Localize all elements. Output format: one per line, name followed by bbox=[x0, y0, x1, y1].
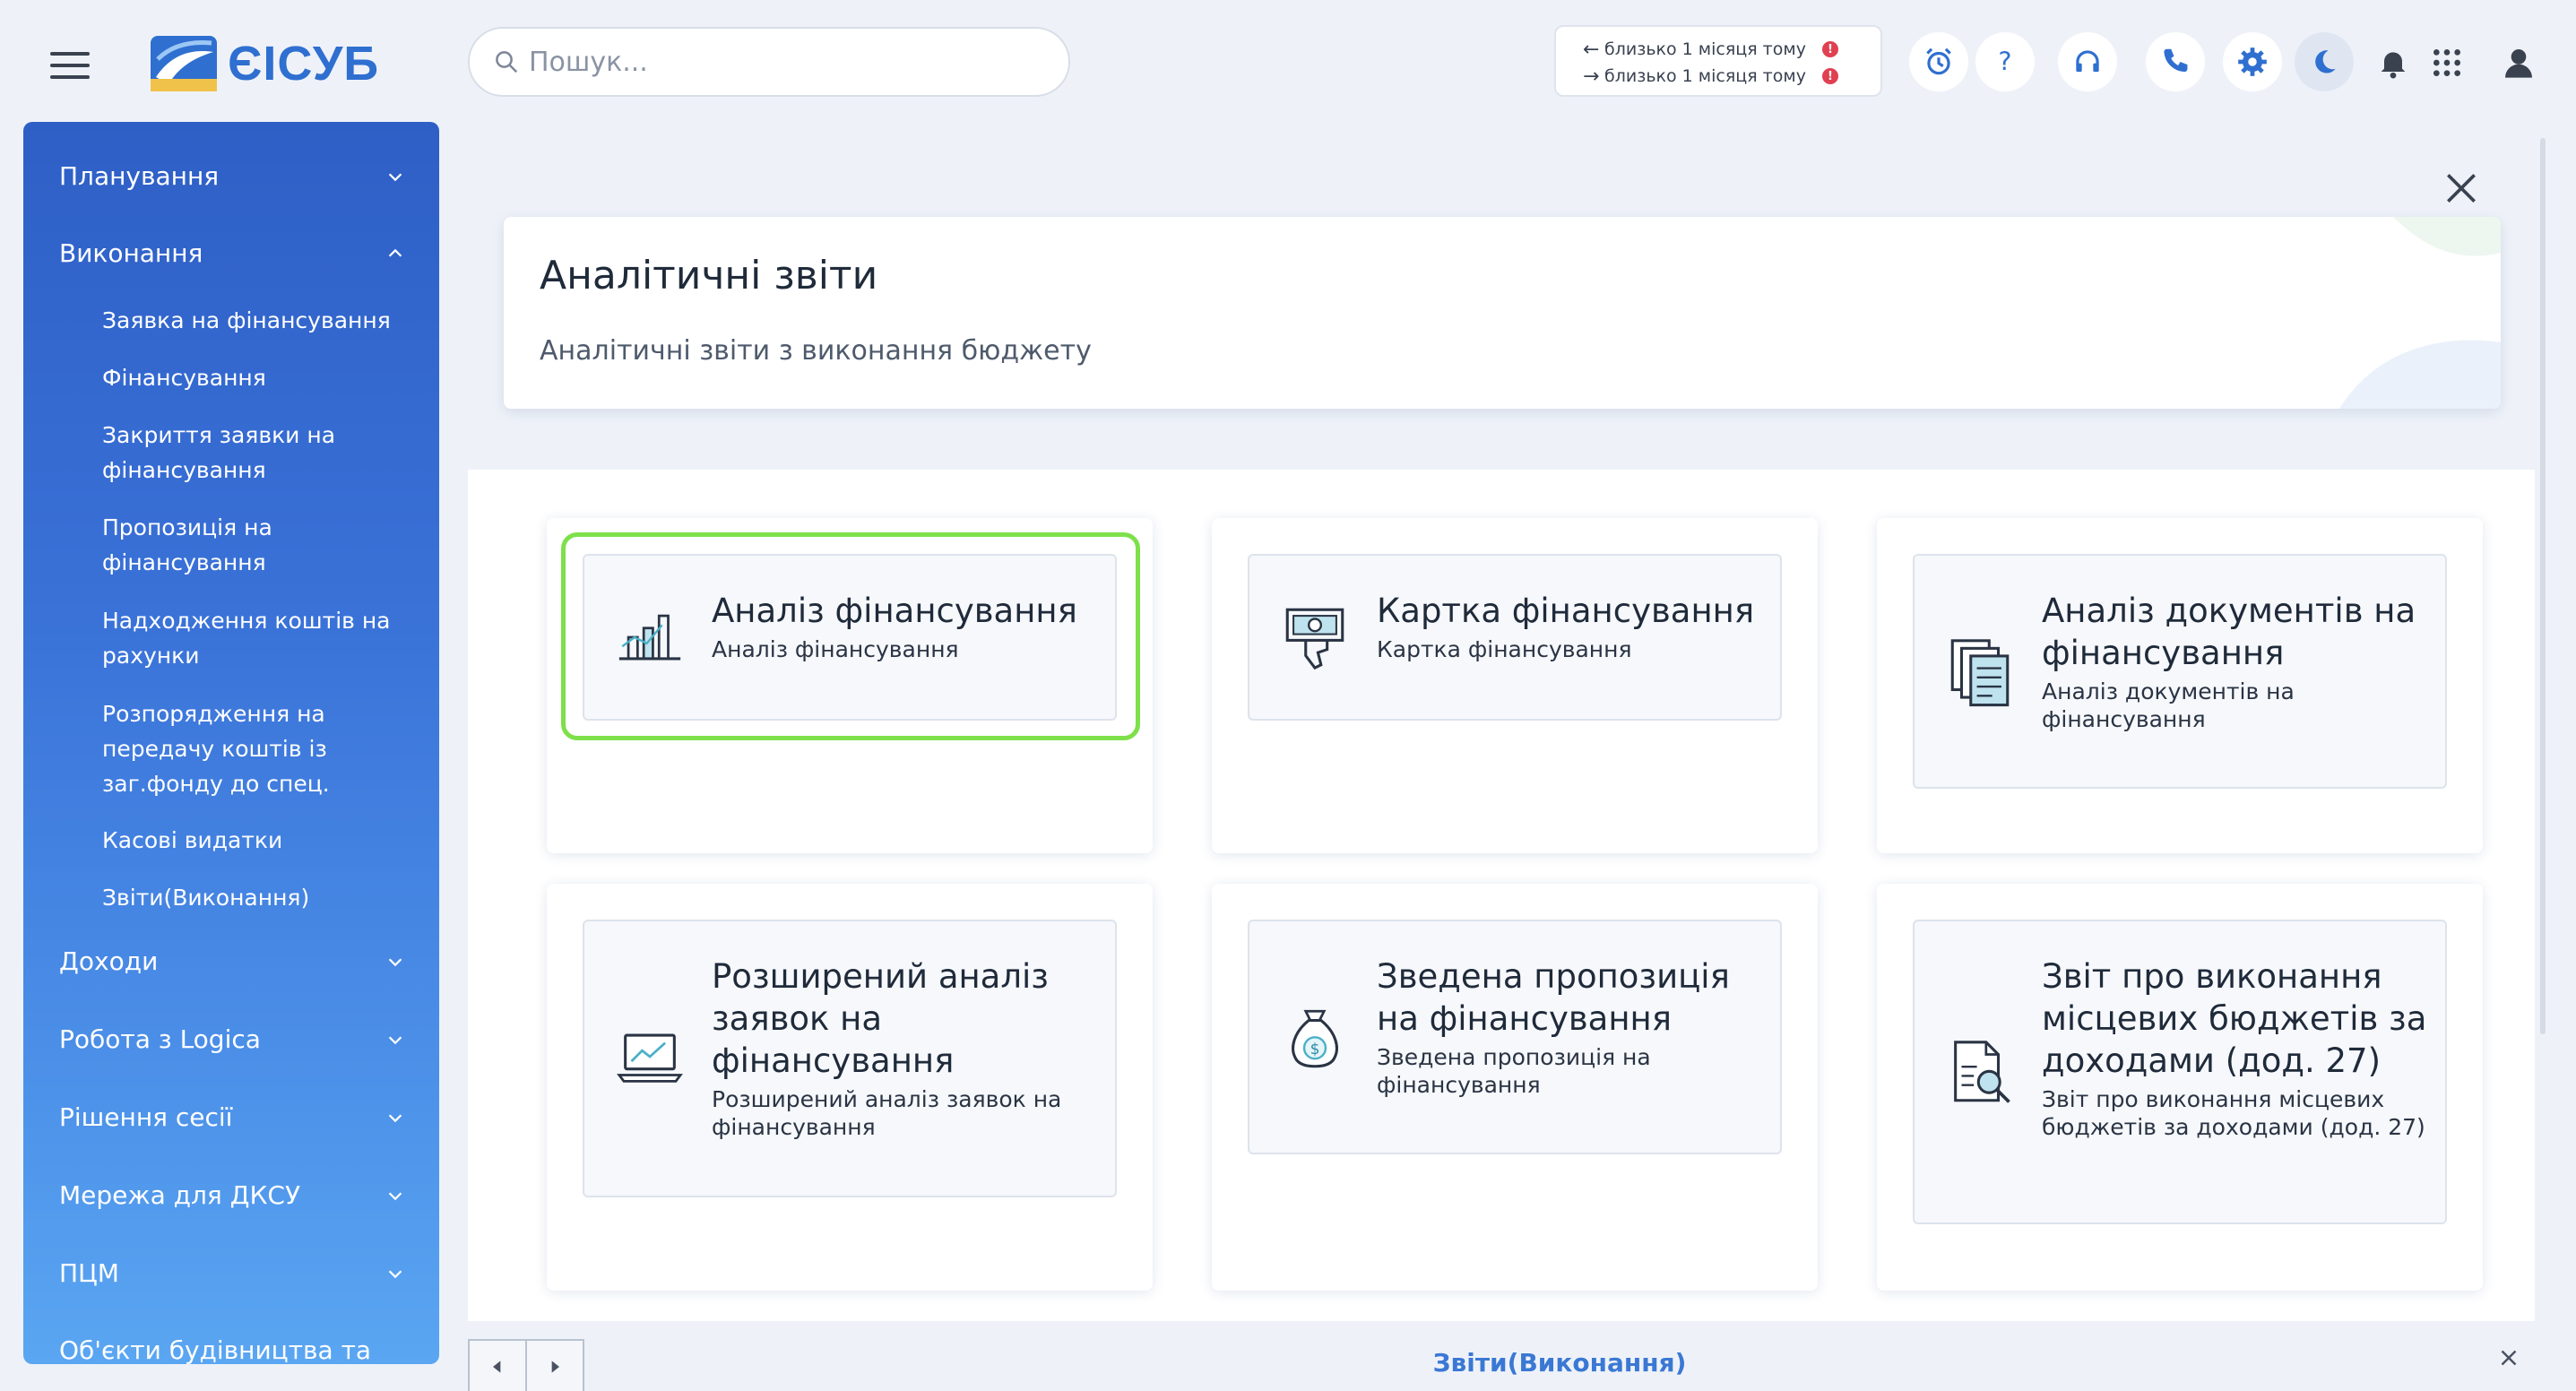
report-title: Зведена пропозиція на фінансування bbox=[1377, 957, 1730, 1038]
search-icon bbox=[496, 51, 518, 73]
top-bar: ЄІСУБ ← близько 1 місяця тому ! → близьк… bbox=[0, 0, 2576, 122]
report-title: Картка фінансування bbox=[1377, 592, 1755, 630]
chevron-down-icon bbox=[388, 1270, 402, 1279]
sidebar-item-execution[interactable]: Виконання bbox=[23, 226, 439, 280]
chevron-down-icon bbox=[388, 958, 402, 967]
report-documents-analysis[interactable]: Аналіз документів на фінансування Аналіз… bbox=[1913, 554, 2447, 789]
sidebar-item-label: ПЦМ bbox=[59, 1257, 119, 1288]
report-description: Звіт про виконання місцевих бюджетів за … bbox=[2042, 1086, 2425, 1140]
sidebar-item-construction-objects[interactable]: Об'єкти будівництва та bbox=[23, 1323, 439, 1365]
report-local-budgets-income[interactable]: Звіт про виконання місцевих бюджетів за … bbox=[1913, 920, 2447, 1224]
logo[interactable]: ЄІСУБ bbox=[149, 32, 379, 95]
apps-grid-icon[interactable] bbox=[2420, 36, 2474, 90]
sidebar-item-income[interactable]: Доходи bbox=[23, 934, 439, 988]
bell-icon[interactable] bbox=[2366, 36, 2420, 90]
tab-reports-execution[interactable]: Звіти(Виконання) bbox=[1344, 1348, 1775, 1378]
sidebar-item-label: Доходи bbox=[59, 946, 159, 976]
sidebar-item-logica[interactable]: Робота з Logica bbox=[23, 1012, 439, 1066]
sync-incoming: → близько 1 місяця тому ! bbox=[1583, 63, 1880, 90]
close-tab-icon[interactable] bbox=[2495, 1344, 2522, 1371]
report-description: Аналіз документів на фінансування bbox=[2042, 678, 2295, 732]
sidebar-subitem-reports[interactable]: Звіти(Виконання) bbox=[102, 880, 407, 915]
chevron-down-icon bbox=[388, 1192, 402, 1201]
sidebar-item-dksu-network[interactable]: Мережа для ДКСУ bbox=[23, 1168, 439, 1222]
logo-mark-icon bbox=[151, 36, 217, 91]
tab-scroll-left-button[interactable] bbox=[468, 1339, 527, 1391]
menu-icon[interactable] bbox=[50, 52, 90, 79]
report-consolidated-proposal[interactable]: $ Зведена пропозиція на фінансування Зве… bbox=[1248, 920, 1782, 1154]
laptop-chart-icon bbox=[617, 1033, 683, 1083]
sidebar-subitem-funding-proposal[interactable]: Пропозиція на фінансування bbox=[102, 510, 407, 580]
sidebar-subitem-receipts[interactable]: Надходження коштів на рахунки bbox=[102, 603, 407, 673]
sync-outgoing-text: близько 1 місяця тому bbox=[1604, 39, 1806, 59]
error-icon: ! bbox=[1821, 68, 1838, 84]
document-search-icon bbox=[1954, 1041, 2010, 1103]
support-headset-icon[interactable] bbox=[2058, 32, 2117, 91]
sidebar-subitem-funding[interactable]: Фінансування bbox=[102, 360, 407, 395]
documents-icon bbox=[1950, 639, 2010, 707]
report-description: Зведена пропозиція на фінансування bbox=[1377, 1044, 1651, 1098]
sidebar-subitem-close-request[interactable]: Закриття заявки на фінансування bbox=[102, 418, 407, 488]
sidebar-item-label: Планування bbox=[59, 160, 220, 191]
sync-outgoing: ← близько 1 місяця тому ! bbox=[1583, 36, 1880, 63]
svg-text:$: $ bbox=[1310, 1041, 1320, 1058]
search-box[interactable] bbox=[468, 27, 1070, 97]
sidebar-item-label: Робота з Logica bbox=[59, 1024, 261, 1054]
report-description: Аналіз фінансування bbox=[712, 636, 959, 662]
phone-icon[interactable] bbox=[2146, 32, 2205, 91]
caret-left-icon bbox=[493, 1361, 501, 1373]
report-title: Звіт про виконання місцевих бюджетів за … bbox=[2042, 957, 2427, 1080]
sync-status[interactable]: ← близько 1 місяця тому ! → близько 1 мі… bbox=[1554, 25, 1882, 97]
bar-chart-icon bbox=[618, 614, 681, 661]
report-description: Картка фінансування bbox=[1377, 636, 1632, 662]
caret-right-icon bbox=[551, 1361, 559, 1373]
scrollbar[interactable] bbox=[2540, 138, 2546, 1034]
gear-icon[interactable] bbox=[2223, 32, 2282, 91]
page-title: Аналітичні звіти bbox=[540, 253, 878, 298]
sidebar-item-session-decisions[interactable]: Рішення сесії bbox=[23, 1090, 439, 1144]
arrow-left-icon: ← bbox=[1583, 38, 1600, 61]
sidebar-item-label: Об'єкти будівництва та bbox=[59, 1335, 372, 1365]
sidebar-item-planning[interactable]: Планування bbox=[23, 149, 439, 203]
sidebar-item-label: Виконання bbox=[59, 238, 203, 268]
arrow-right-icon: → bbox=[1583, 65, 1600, 88]
sidebar-item-label: Рішення сесії bbox=[59, 1102, 233, 1132]
sync-incoming-text: близько 1 місяця тому bbox=[1604, 66, 1806, 86]
report-title: Аналіз документів на фінансування bbox=[2042, 592, 2416, 672]
dark-mode-icon[interactable] bbox=[2295, 32, 2354, 91]
user-icon[interactable] bbox=[2492, 36, 2546, 90]
chevron-down-icon bbox=[388, 173, 402, 182]
svg-text:?: ? bbox=[1998, 48, 2011, 77]
report-funding-card[interactable]: Картка фінансування Картка фінансування bbox=[1248, 554, 1782, 721]
tab-scroll-right-button[interactable] bbox=[525, 1339, 584, 1391]
report-title: Розширений аналіз заявок на фінансування bbox=[712, 957, 1049, 1080]
sidebar-item-pcm[interactable]: ПЦМ bbox=[23, 1246, 439, 1300]
logo-text: ЄІСУБ bbox=[228, 37, 380, 91]
error-icon: ! bbox=[1821, 41, 1838, 57]
chevron-down-icon bbox=[388, 1036, 402, 1045]
close-icon[interactable] bbox=[2442, 168, 2481, 208]
report-funding-analysis[interactable]: Аналіз фінансування Аналіз фінансування bbox=[583, 554, 1117, 721]
alarm-clock-icon[interactable] bbox=[1909, 32, 1968, 91]
help-icon[interactable]: ? bbox=[1975, 32, 2035, 91]
search-input[interactable] bbox=[529, 46, 1031, 78]
decorative-waves bbox=[2339, 217, 2501, 409]
sidebar: Планування Виконання Заявка на фінансува… bbox=[23, 122, 439, 1364]
sidebar-subitem-transfer-order[interactable]: Розпорядження на передачу коштів із заг.… bbox=[102, 696, 407, 801]
chevron-down-icon bbox=[388, 1114, 402, 1123]
report-extended-requests-analysis[interactable]: Розширений аналіз заявок на фінансування… bbox=[583, 920, 1117, 1197]
money-bag-icon: $ bbox=[1292, 1009, 1338, 1068]
sidebar-subitem-funding-request[interactable]: Заявка на фінансування bbox=[102, 303, 407, 338]
page-subtitle: Аналітичні звіти з виконання бюджету bbox=[540, 335, 1092, 367]
sidebar-subitem-cash-expenses[interactable]: Касові видатки bbox=[102, 823, 407, 858]
money-hand-icon bbox=[1285, 608, 1344, 670]
sidebar-item-label: Мережа для ДКСУ bbox=[59, 1179, 301, 1210]
chevron-up-icon bbox=[388, 248, 402, 257]
report-description: Розширений аналіз заявок на фінансування bbox=[712, 1086, 1062, 1140]
report-title: Аналіз фінансування bbox=[712, 592, 1077, 630]
page-header-card: Аналітичні звіти Аналітичні звіти з вико… bbox=[504, 217, 2501, 409]
